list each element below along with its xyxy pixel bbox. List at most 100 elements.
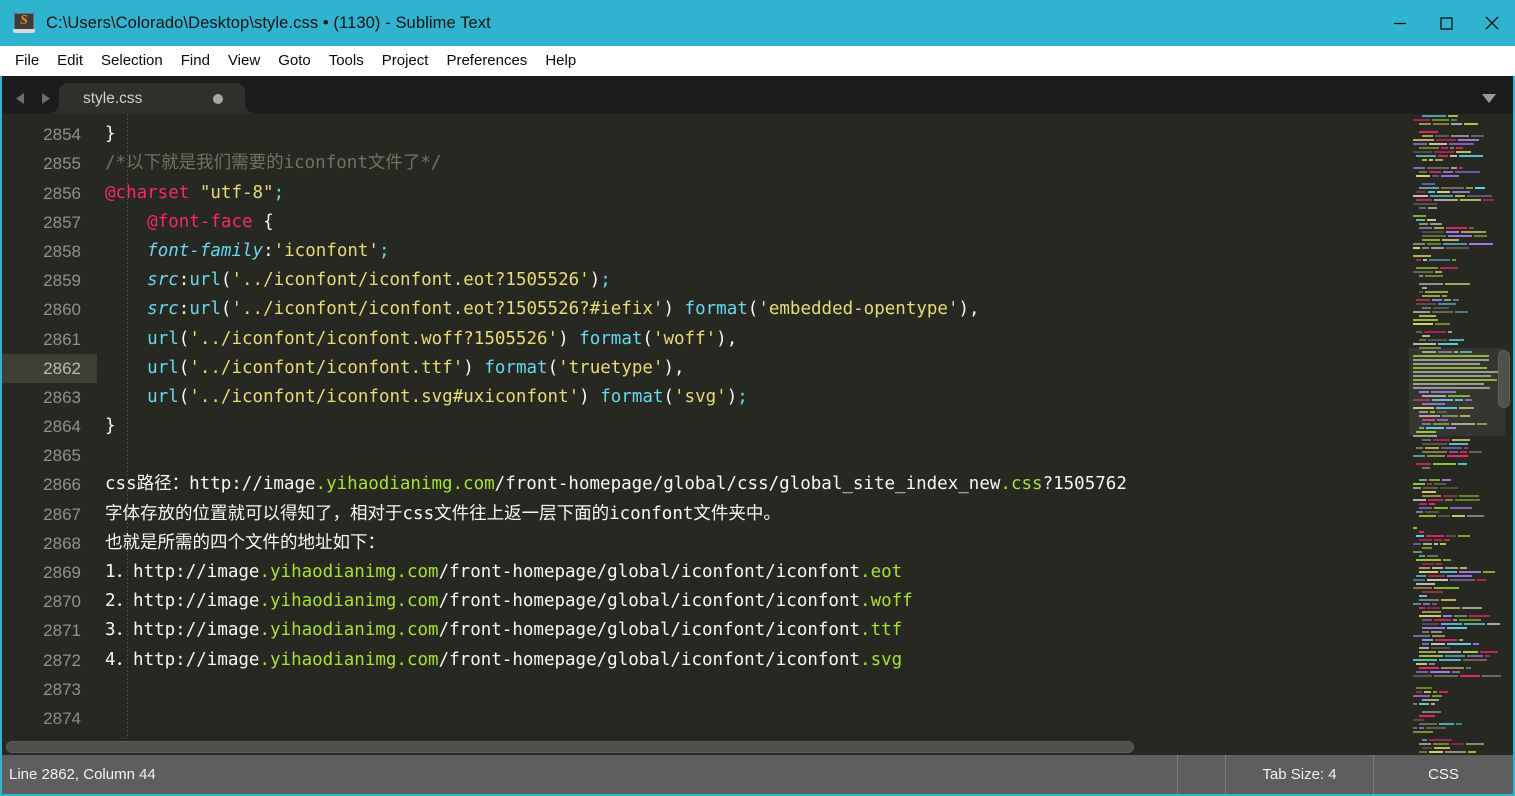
menu-item-view[interactable]: View (219, 49, 269, 73)
line-content: @font-face { (147, 211, 274, 232)
horizontal-scrollbar-thumb[interactable] (6, 741, 1134, 753)
code-line[interactable]: 2870 2．http://image.yihaodianimg.com/fron… (2, 587, 1409, 616)
line-content: 2．http://image.yihaodianimg.com/front-ho… (105, 591, 913, 612)
code-line[interactable]: 2867 字体存放的位置就可以得知了，相对于css文件往上返一层下面的iconfo… (2, 500, 1409, 529)
tab-bar: style.css (0, 76, 1515, 114)
line-number: 2865 (43, 446, 81, 466)
code-line[interactable]: 2859 src:url('../iconfont/iconfont.eot?1… (2, 266, 1409, 295)
chevron-down-icon[interactable] (1479, 91, 1499, 105)
code-line[interactable]: 2860 src:url('../iconfont/iconfont.eot?1… (2, 295, 1409, 324)
line-content: css路径：http://image.yihaodianimg.com/fron… (105, 474, 1127, 495)
line-number: 2860 (43, 300, 81, 320)
line-number: 2863 (43, 387, 81, 407)
line-content: 字体存放的位置就可以得知了，相对于css文件往上返一层下面的iconfont文件… (105, 503, 781, 524)
line-content: 1．http://image.yihaodianimg.com/front-ho… (105, 562, 903, 582)
line-content: /*以下就是我们需要的iconfont文件了*/ (105, 153, 442, 174)
code-line[interactable]: 2854} (2, 120, 1409, 149)
tab-strip: style.css (47, 76, 257, 114)
line-content: url('../iconfont/iconfont.ttf') format('… (147, 357, 685, 378)
line-number: 2867 (43, 504, 81, 524)
tab-size-status[interactable]: Tab Size: 4 (1225, 755, 1373, 794)
menu-item-preferences[interactable]: Preferences (437, 49, 536, 73)
tab-style-css[interactable]: style.css (47, 83, 257, 114)
menu-item-tools[interactable]: Tools (320, 49, 373, 73)
line-number: 2857 (43, 212, 81, 232)
code-line[interactable]: 2869 1．http://image.yihaodianimg.com/fron… (2, 558, 1409, 587)
title-bar[interactable]: S C:\Users\Colorado\Desktop\style.css • … (0, 0, 1515, 46)
menu-item-selection[interactable]: Selection (92, 49, 172, 73)
line-number: 2871 (43, 621, 81, 641)
line-number: 2874 (43, 708, 81, 728)
vertical-scrollbar-thumb[interactable] (1498, 350, 1510, 408)
menu-bar: File Edit Selection Find View Goto Tools Projec… (0, 46, 1515, 76)
line-content (97, 704, 1409, 733)
horizontal-scrollbar[interactable] (2, 739, 1409, 755)
line-number: 2864 (43, 417, 81, 437)
line-content: 4．http://image.yihaodianimg.com/front-ho… (105, 649, 903, 670)
cursor-position-status[interactable]: Line 2862, Column 44 (2, 766, 156, 783)
code-line[interactable]: 2861 url('../iconfont/iconfont.woff?1505… (2, 325, 1409, 354)
code-line[interactable]: 2862 url('../iconfont/iconfont.ttf') for… (2, 353, 1409, 383)
line-number: 2859 (43, 271, 81, 291)
menu-item-help[interactable]: Help (536, 49, 585, 73)
code-line[interactable]: 2863 url('../iconfont/iconfont.svg#uxico… (2, 383, 1409, 412)
minimize-button[interactable] (1377, 0, 1423, 46)
status-bar: Line 2862, Column 44 Tab Size: 4 CSS (0, 755, 1515, 796)
line-number: 2866 (43, 475, 81, 495)
code-line[interactable]: 2873 (2, 675, 1409, 704)
code-line[interactable]: 2868 也就是所需的四个文件的地址如下： (2, 529, 1409, 558)
window-controls (1377, 0, 1515, 46)
line-number: 2858 (43, 241, 81, 261)
line-content: 3．http://image.yihaodianimg.com/front-ho… (105, 620, 903, 641)
editor-region: 2853 width:100px;2854}2855/*以下就是我们需要的ico… (0, 114, 1515, 755)
line-number: 2856 (43, 183, 81, 203)
sublime-text-app-icon: S (13, 12, 35, 34)
line-number: 2873 (43, 679, 81, 699)
code-line[interactable]: 2857 @font-face { (2, 208, 1409, 237)
code-line[interactable]: 2874 (2, 704, 1409, 733)
line-number: 2869 (43, 563, 81, 582)
tab-unsaved-indicator[interactable] (213, 93, 223, 104)
status-right-group: Tab Size: 4 CSS (1177, 755, 1513, 794)
tab-label: style.css (83, 89, 143, 107)
window-title: C:\Users\Colorado\Desktop\style.css • (1… (46, 13, 491, 32)
line-content: src:url('../iconfont/iconfont.eot?150552… (147, 299, 980, 320)
code-line[interactable]: 2872 4．http://image.yihaodianimg.com/fron… (2, 646, 1409, 675)
code-line[interactable]: 2855 /*以下就是我们需要的iconfont文件了*/ (2, 149, 1409, 178)
line-content: } (105, 124, 116, 145)
maximize-button[interactable] (1423, 0, 1469, 46)
line-number: 2870 (43, 592, 81, 612)
menu-item-file[interactable]: File (6, 49, 48, 73)
code-line[interactable]: 2865 (2, 441, 1409, 470)
arrow-left-icon[interactable] (12, 90, 28, 106)
close-button[interactable] (1469, 0, 1515, 46)
minimap-content (1413, 114, 1509, 755)
line-content (97, 441, 1409, 470)
vertical-scrollbar[interactable] (1497, 118, 1511, 751)
line-number: 2868 (43, 533, 81, 553)
line-content: } (105, 416, 116, 437)
minimap[interactable] (1409, 114, 1513, 755)
code-editor[interactable]: 2853 width:100px;2854}2855/*以下就是我们需要的ico… (2, 114, 1409, 755)
line-number: 2862 (2, 353, 97, 383)
code-line[interactable]: 2871 3．http://image.yihaodianimg.com/fron… (2, 616, 1409, 645)
line-content: font-family:'iconfont'; (147, 240, 390, 261)
line-content: url('../iconfont/iconfont.svg#uxiconfont… (147, 386, 748, 407)
line-content (97, 675, 1409, 704)
line-content: url('../iconfont/iconfont.woff?1505526')… (147, 328, 738, 349)
menu-item-find[interactable]: Find (172, 49, 219, 73)
code-line[interactable]: 2858 font-family:'iconfont'; (2, 237, 1409, 266)
sublime-text-window: S C:\Users\Colorado\Desktop\style.css • … (0, 0, 1515, 796)
code-line[interactable]: 2864} (2, 412, 1409, 441)
line-content: @charset "utf-8"; (105, 182, 285, 203)
menu-item-goto[interactable]: Goto (269, 49, 320, 73)
line-content: 也就是所需的四个文件的地址如下： (105, 532, 385, 553)
status-spacer-cell (1177, 755, 1225, 794)
menu-item-project[interactable]: Project (373, 49, 438, 73)
syntax-status[interactable]: CSS (1373, 755, 1513, 794)
line-content: src:url('../iconfont/iconfont.eot?150552… (147, 270, 611, 291)
menu-item-edit[interactable]: Edit (48, 49, 92, 73)
code-line[interactable]: 2866 css路径：http://image.yihaodianimg.com/… (2, 470, 1409, 499)
code-line[interactable]: 2856 @charset "utf-8"; (2, 179, 1409, 208)
line-number: 2872 (43, 650, 81, 670)
